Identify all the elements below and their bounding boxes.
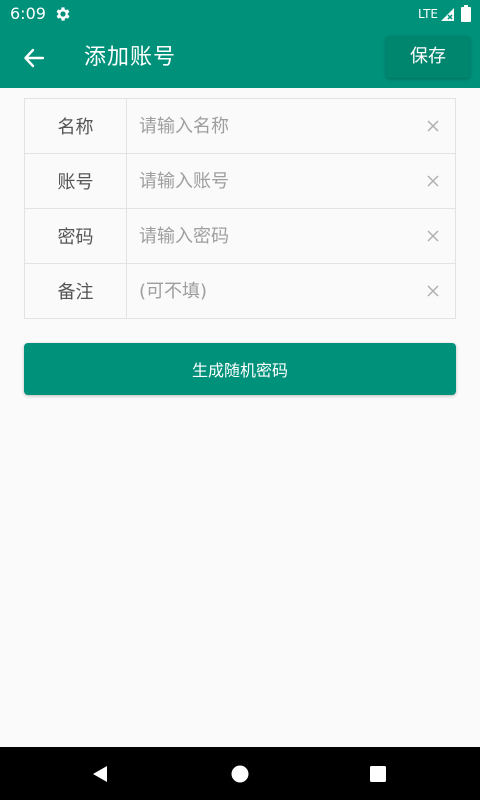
- password-field[interactable]: [139, 209, 419, 263]
- nav-back-icon[interactable]: [91, 765, 109, 783]
- status-time: 6:09: [10, 4, 46, 23]
- app-bar: 添加账号 保存: [0, 28, 480, 88]
- form-row-password: 密码: [25, 209, 455, 264]
- name-label: 名称: [25, 99, 127, 153]
- close-icon[interactable]: [425, 118, 441, 134]
- password-label: 密码: [25, 209, 127, 263]
- form-row-note: 备注: [25, 264, 455, 318]
- status-bar: 6:09 LTE: [0, 0, 480, 28]
- name-field[interactable]: [139, 99, 419, 153]
- close-icon[interactable]: [425, 283, 441, 299]
- gear-icon: [56, 7, 70, 21]
- nav-recent-icon[interactable]: [370, 766, 386, 782]
- close-icon[interactable]: [425, 173, 441, 189]
- signal-icon: [441, 8, 454, 21]
- screen: 6:09 LTE 添加账号 保存 名称 请输入名称 账号 请输入账号 密码 请输…: [0, 0, 480, 800]
- account-label: 账号: [25, 154, 127, 208]
- form-row-account: 账号: [25, 154, 455, 209]
- save-button[interactable]: 保存: [386, 36, 470, 78]
- navigation-bar: [0, 747, 480, 800]
- note-field[interactable]: [139, 264, 419, 318]
- account-field[interactable]: [139, 154, 419, 208]
- network-type: LTE: [418, 7, 438, 21]
- page-title: 添加账号: [84, 45, 177, 70]
- nav-home-icon[interactable]: [231, 765, 249, 783]
- close-icon[interactable]: [425, 228, 441, 244]
- back-button[interactable]: [12, 36, 56, 80]
- generate-password-button[interactable]: 生成随机密码: [24, 343, 456, 395]
- form-row-name: 名称: [25, 99, 455, 154]
- account-form: 名称 账号 密码 备注: [24, 98, 456, 319]
- battery-icon: [461, 5, 471, 22]
- arrow-left-icon: [24, 48, 45, 68]
- note-label: 备注: [25, 264, 127, 318]
